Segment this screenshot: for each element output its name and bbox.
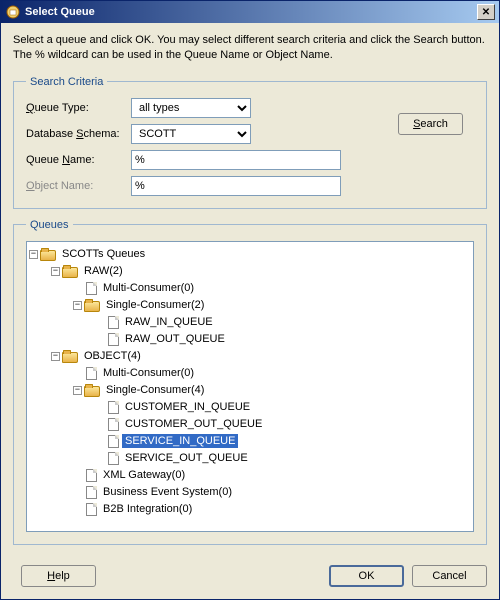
queue-type-select[interactable]: all types	[131, 98, 251, 118]
tree-label: Single-Consumer(2)	[103, 298, 207, 312]
tree-label: Multi-Consumer(0)	[100, 281, 197, 295]
file-icon	[86, 469, 97, 482]
tree-node-serv-out[interactable]: SERVICE_OUT_QUEUE	[29, 450, 471, 467]
file-icon	[86, 486, 97, 499]
tree-label: CUSTOMER_OUT_QUEUE	[122, 417, 265, 431]
object-name-label: Object Name:	[26, 180, 131, 192]
tree-node-cust-out[interactable]: CUSTOMER_OUT_QUEUE	[29, 416, 471, 433]
expand-icon[interactable]: −	[51, 352, 60, 361]
search-criteria-group: Search Criteria Queue Type: all types Da…	[13, 76, 487, 209]
queue-name-label: Queue Name:	[26, 154, 131, 166]
tree-label: Business Event System(0)	[100, 485, 235, 499]
tree-node-raw-in[interactable]: RAW_IN_QUEUE	[29, 314, 471, 331]
tree-node-bes[interactable]: Business Event System(0)	[29, 484, 471, 501]
tree-label: Multi-Consumer(0)	[100, 366, 197, 380]
tree-node-raw-single[interactable]: − Single-Consumer(2)	[29, 297, 471, 314]
folder-icon	[40, 250, 56, 261]
file-icon	[86, 367, 97, 380]
tree-label: RAW_IN_QUEUE	[122, 315, 216, 329]
tree-node-serv-in[interactable]: SERVICE_IN_QUEUE	[29, 433, 471, 450]
expand-icon[interactable]: −	[73, 301, 82, 310]
tree-label: XML Gateway(0)	[100, 468, 188, 482]
tree-label: RAW(2)	[81, 264, 126, 278]
tree-node-raw[interactable]: − RAW(2)	[29, 263, 471, 280]
file-icon	[108, 401, 119, 414]
tree-label: RAW_OUT_QUEUE	[122, 332, 228, 346]
dialog-window: Select Queue ✕ Select a queue and click …	[0, 0, 500, 600]
content-area: Select a queue and click OK. You may sel…	[1, 23, 499, 555]
tree-node-raw-out[interactable]: RAW_OUT_QUEUE	[29, 331, 471, 348]
expand-icon[interactable]: −	[29, 250, 38, 259]
file-icon	[108, 435, 119, 448]
queue-type-label: Queue Type:	[26, 102, 131, 114]
database-schema-select[interactable]: SCOTT	[131, 124, 251, 144]
folder-icon	[62, 352, 78, 363]
file-icon	[108, 418, 119, 431]
tree-label: CUSTOMER_IN_QUEUE	[122, 400, 253, 414]
tree-node-xml[interactable]: XML Gateway(0)	[29, 467, 471, 484]
folder-icon	[84, 301, 100, 312]
ok-button[interactable]: OK	[329, 565, 404, 587]
tree-node-obj-multi[interactable]: Multi-Consumer(0)	[29, 365, 471, 382]
file-icon	[108, 333, 119, 346]
folder-icon	[84, 386, 100, 397]
queues-legend: Queues	[26, 219, 73, 231]
window-title: Select Queue	[25, 6, 477, 18]
instructions-text: Select a queue and click OK. You may sel…	[13, 33, 487, 64]
tree-label-selected: SERVICE_IN_QUEUE	[122, 434, 238, 448]
tree-node-obj-single[interactable]: − Single-Consumer(4)	[29, 382, 471, 399]
help-button[interactable]: Help	[21, 565, 96, 587]
tree-node-root[interactable]: − SCOTTs Queues	[29, 246, 471, 263]
expand-icon[interactable]: −	[73, 386, 82, 395]
cancel-button[interactable]: Cancel	[412, 565, 487, 587]
queues-group: Queues − SCOTTs Queues − RAW(2) Multi-Co	[13, 219, 487, 545]
expand-icon[interactable]: −	[51, 267, 60, 276]
tree-label: OBJECT(4)	[81, 349, 144, 363]
app-icon	[5, 4, 21, 20]
search-criteria-legend: Search Criteria	[26, 76, 107, 88]
file-icon	[108, 316, 119, 329]
queue-name-input[interactable]	[131, 150, 341, 170]
tree-node-cust-in[interactable]: CUSTOMER_IN_QUEUE	[29, 399, 471, 416]
button-bar: Help OK Cancel	[1, 555, 499, 599]
file-icon	[86, 503, 97, 516]
title-bar: Select Queue ✕	[1, 1, 499, 23]
search-button[interactable]: Search	[398, 113, 463, 135]
tree-label: Single-Consumer(4)	[103, 383, 207, 397]
folder-icon	[62, 267, 78, 278]
object-name-input[interactable]	[131, 176, 341, 196]
tree-node-object[interactable]: − OBJECT(4)	[29, 348, 471, 365]
tree-label: SCOTTs Queues	[59, 247, 148, 261]
tree-label: SERVICE_OUT_QUEUE	[122, 451, 251, 465]
queue-tree[interactable]: − SCOTTs Queues − RAW(2) Multi-Consumer(…	[26, 241, 474, 532]
file-icon	[108, 452, 119, 465]
tree-node-b2b[interactable]: B2B Integration(0)	[29, 501, 471, 518]
file-icon	[86, 282, 97, 295]
tree-node-raw-multi[interactable]: Multi-Consumer(0)	[29, 280, 471, 297]
database-schema-label: Database Schema:	[26, 128, 131, 140]
tree-label: B2B Integration(0)	[100, 502, 195, 516]
close-button[interactable]: ✕	[477, 4, 495, 20]
